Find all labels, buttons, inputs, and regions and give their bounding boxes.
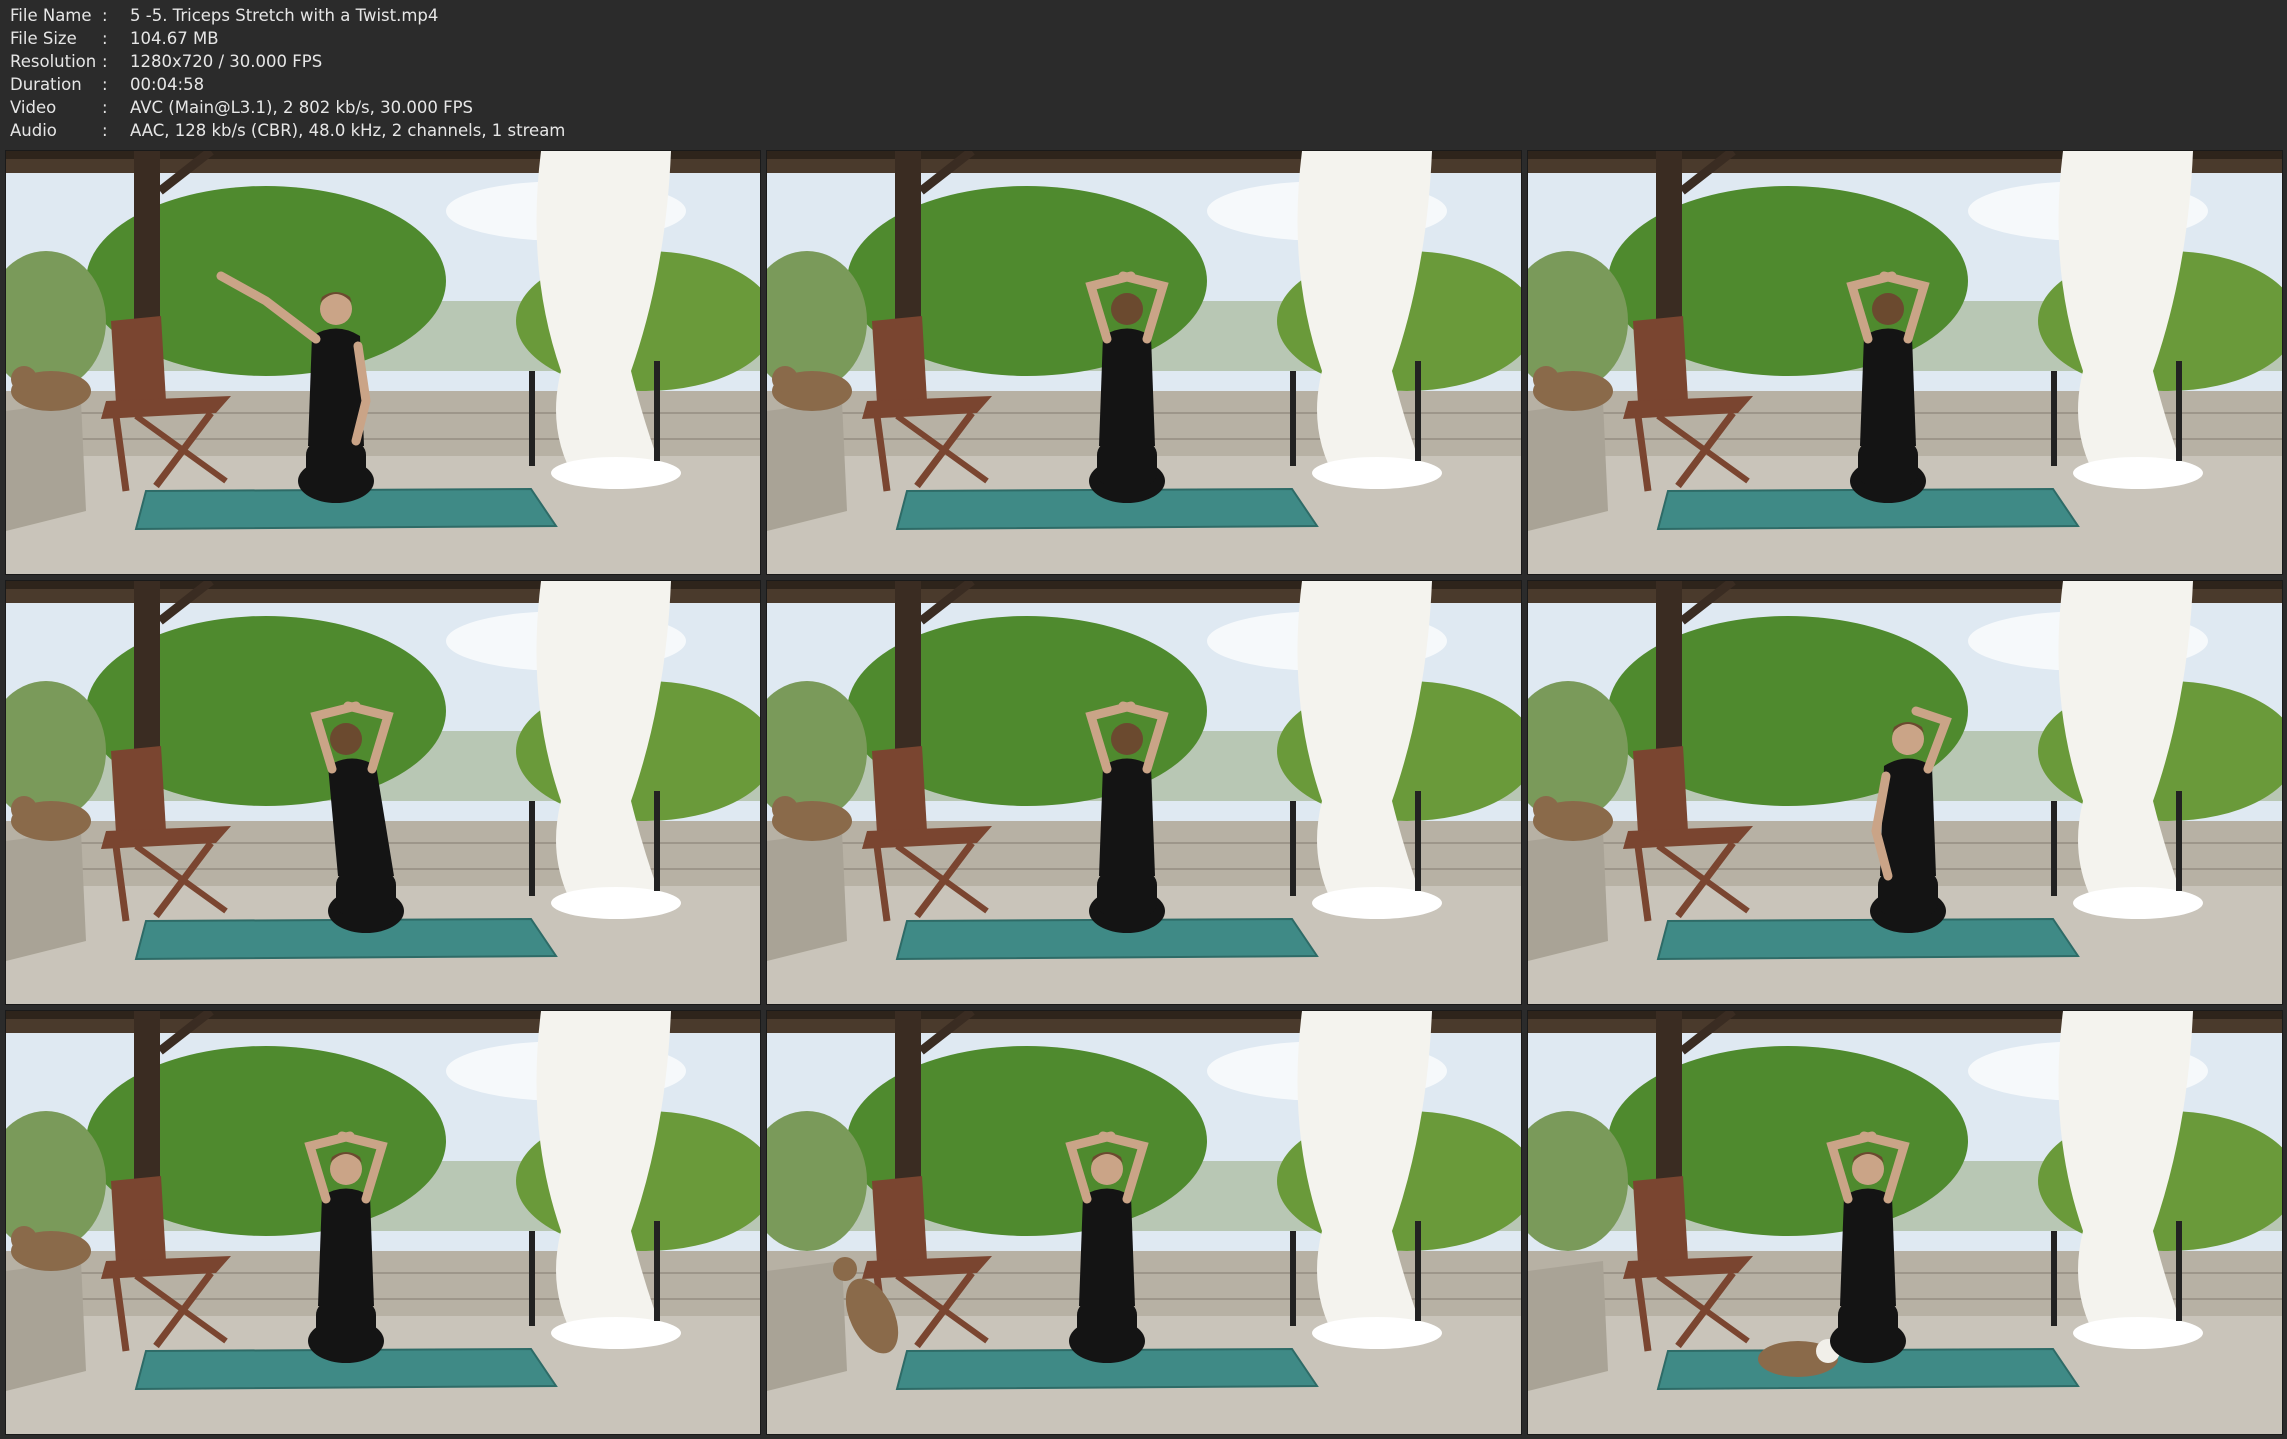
video-thumbnail	[766, 1010, 1522, 1435]
info-value: AVC (Main@L3.1), 2 802 kb/s, 30.000 FPS	[130, 98, 474, 117]
info-separator: :	[102, 6, 108, 25]
video-thumbnail	[5, 1010, 761, 1435]
info-value: 5 -5. Triceps Stretch with a Twist.mp4	[130, 6, 439, 25]
info-label: Video	[10, 98, 57, 117]
info-row-audio: Audio : AAC, 128 kb/s (CBR), 48.0 kHz, 2…	[10, 119, 1210, 142]
thumbnail-frame-image	[767, 151, 1521, 574]
info-separator: :	[102, 98, 108, 117]
thumbnail-grid	[5, 150, 2283, 1435]
thumbnail-frame-image	[1528, 581, 2282, 1004]
info-row-file-name: File Name : 5 -5. Triceps Stretch with a…	[10, 4, 1210, 27]
info-row-file-size: File Size : 104.67 MB	[10, 27, 1210, 50]
info-value: 00:04:58	[130, 75, 205, 94]
info-separator: :	[102, 75, 108, 94]
info-value: 104.67 MB	[130, 29, 219, 48]
info-label: Audio	[10, 121, 57, 140]
info-label: Resolution	[10, 52, 97, 71]
info-label: File Size	[10, 29, 77, 48]
thumbnail-frame-image	[6, 1011, 760, 1434]
info-label: File Name	[10, 6, 92, 25]
info-value: 1280x720 / 30.000 FPS	[130, 52, 323, 71]
thumbnail-frame-image	[1528, 151, 2282, 574]
video-thumbnail	[1527, 1010, 2283, 1435]
info-row-video: Video : AVC (Main@L3.1), 2 802 kb/s, 30.…	[10, 96, 1210, 119]
thumbnail-frame-image	[6, 151, 760, 574]
thumbnail-frame-image	[767, 1011, 1521, 1434]
info-label: Duration	[10, 75, 82, 94]
file-info-panel: File Name : 5 -5. Triceps Stretch with a…	[10, 4, 1210, 142]
thumbnail-frame-image	[6, 581, 760, 1004]
info-separator: :	[102, 52, 108, 71]
video-thumbnail	[5, 150, 761, 575]
video-thumbnail	[1527, 150, 2283, 575]
thumbnail-frame-image	[1528, 1011, 2282, 1434]
info-row-duration: Duration : 00:04:58	[10, 73, 1210, 96]
video-thumbnail	[766, 150, 1522, 575]
video-thumbnail	[5, 580, 761, 1005]
video-thumbnail	[766, 580, 1522, 1005]
info-separator: :	[102, 29, 108, 48]
info-separator: :	[102, 121, 108, 140]
info-row-resolution: Resolution : 1280x720 / 30.000 FPS	[10, 50, 1210, 73]
video-thumbnail	[1527, 580, 2283, 1005]
thumbnail-frame-image	[767, 581, 1521, 1004]
info-value: AAC, 128 kb/s (CBR), 48.0 kHz, 2 channel…	[130, 121, 566, 140]
